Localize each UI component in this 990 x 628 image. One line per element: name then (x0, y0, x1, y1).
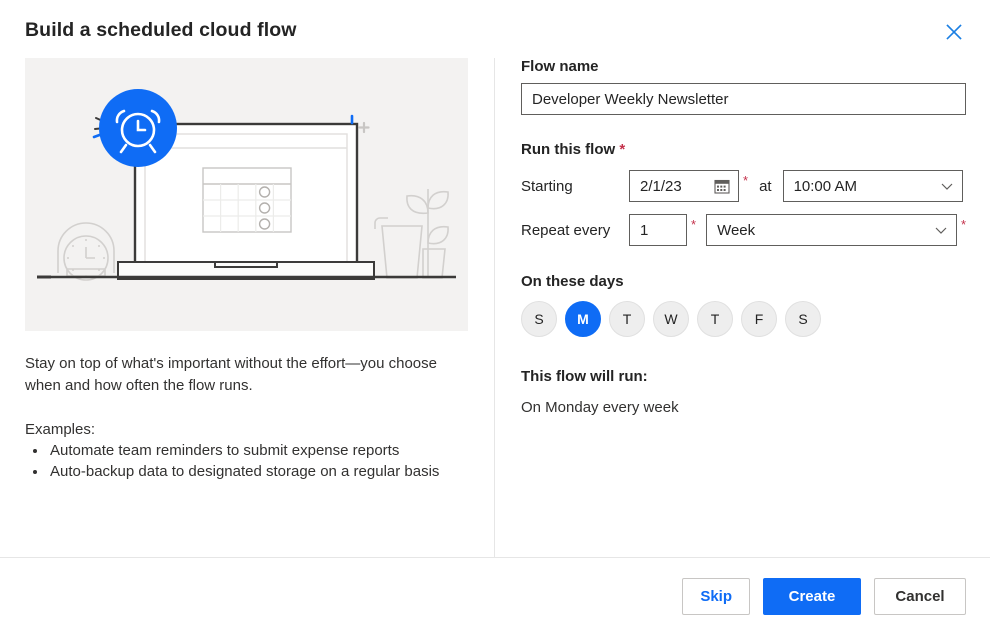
required-asterisk: * (619, 141, 626, 158)
day-toggle-saturday[interactable]: S (785, 301, 821, 337)
page-title: Build a scheduled cloud flow (25, 19, 297, 41)
start-date-value: 2/1/23 (640, 177, 682, 195)
examples-list: Automate team reminders to submit expens… (25, 440, 468, 482)
starting-label: Starting (521, 177, 573, 195)
day-toggle-tuesday[interactable]: T (609, 301, 645, 337)
left-panel: Stay on top of what's important without … (25, 58, 468, 482)
flow-name-input[interactable] (521, 83, 966, 115)
chevron-down-icon (934, 223, 948, 237)
starting-row: Starting 2/1/23 * at 10:00 AM (521, 170, 966, 202)
repeat-interval-required-asterisk: * (691, 217, 697, 232)
footer-divider (0, 557, 990, 558)
at-label: at (759, 177, 772, 195)
flow-description: Stay on top of what's important without … (25, 353, 463, 397)
repeat-interval-input[interactable] (629, 214, 687, 246)
schedule-summary-label: This flow will run: (521, 368, 648, 385)
day-toggle-wednesday[interactable]: W (653, 301, 689, 337)
start-time-value: 10:00 AM (793, 177, 857, 195)
flow-name-label: Flow name (521, 58, 599, 75)
list-item: Automate team reminders to submit expens… (48, 440, 468, 461)
alarm-clock-icon (99, 89, 177, 167)
flow-description-text: Stay on top of what's important without … (25, 355, 437, 394)
scheduled-cloud-flow-dialog: Build a scheduled cloud flow Stay on top… (0, 0, 990, 628)
run-this-flow-text: Run this flow (521, 141, 616, 158)
day-toggle-thursday[interactable]: T (697, 301, 733, 337)
create-button[interactable]: Create (763, 578, 861, 615)
run-this-flow-label: Run this flow * (521, 141, 966, 158)
close-icon (944, 22, 964, 42)
day-toggle-sunday[interactable]: S (521, 301, 557, 337)
dialog-footer: Skip Create Cancel (682, 578, 966, 615)
panel-divider (494, 58, 495, 557)
cancel-button[interactable]: Cancel (874, 578, 966, 615)
day-toggle-friday[interactable]: F (741, 301, 777, 337)
flow-settings-form: Flow name Run this flow * Starting 2/1/2… (521, 58, 966, 416)
repeat-frequency-value: Week (717, 221, 756, 239)
repeat-every-label: Repeat every (521, 221, 611, 239)
day-of-week-selector: S M T W T F S (521, 301, 966, 337)
calendar-icon (714, 178, 730, 194)
examples-label: Examples: (25, 421, 96, 438)
start-time-dropdown[interactable]: 10:00 AM (782, 170, 963, 202)
list-item: Auto-backup data to designated storage o… (48, 461, 468, 482)
scheduled-flow-illustration (25, 58, 468, 331)
skip-button[interactable]: Skip (682, 578, 750, 615)
close-button[interactable] (934, 12, 974, 52)
schedule-summary-text: On Monday every week (521, 399, 679, 416)
start-date-picker[interactable]: 2/1/23 (629, 170, 739, 202)
start-date-required-asterisk: * (743, 173, 749, 188)
repeat-every-row: Repeat every * Week * (521, 214, 966, 246)
day-toggle-monday[interactable]: M (565, 301, 601, 337)
repeat-frequency-dropdown[interactable]: Week (706, 214, 957, 246)
chevron-down-icon (940, 179, 954, 193)
repeat-frequency-required-asterisk: * (960, 217, 966, 232)
on-these-days-label: On these days (521, 273, 624, 290)
